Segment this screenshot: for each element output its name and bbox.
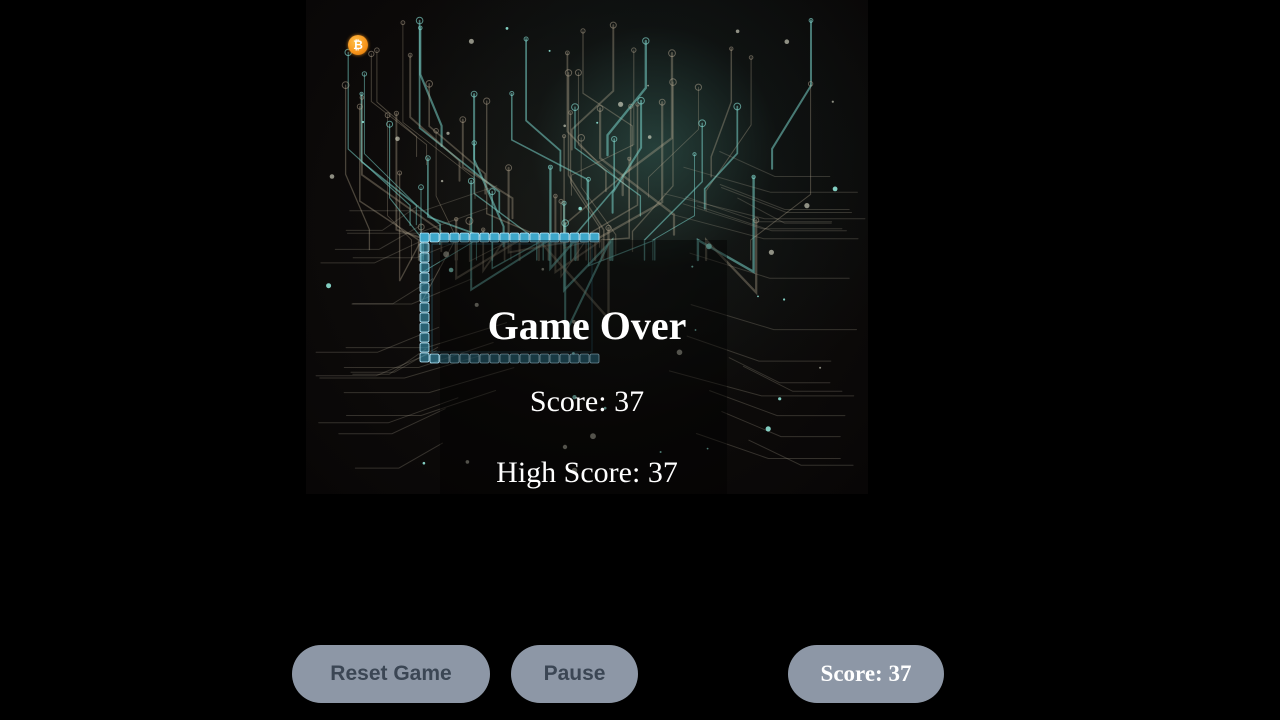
circuit-trace [334,223,424,250]
circuit-trace [683,166,858,193]
sparkle [329,174,335,179]
sparkle [563,124,566,128]
sparkle [765,426,771,432]
circuit-trace [344,84,371,251]
circuit-trace [363,73,417,226]
circuit-trace [525,38,562,172]
circuit-trace [354,442,443,469]
circuit-trace [750,83,812,261]
sparkle [804,203,810,209]
sparkle [768,249,774,255]
sparkle [422,461,426,465]
circuit-trace [577,72,630,209]
circuit-trace [347,51,411,226]
sparkle [326,283,332,289]
circuit-trace [719,184,850,210]
high-score: High Score: 37 [496,456,678,489]
circuit-trace [567,72,605,251]
sparkle [596,121,599,124]
sparkle [647,135,652,139]
circuit-trace [370,53,428,166]
bitcoin-food-icon: ₿ [348,35,368,55]
circuit-trace [631,81,674,253]
sparkle [395,136,400,142]
sparkle [735,29,740,34]
circuit-trace [485,100,549,261]
sparkle [618,101,624,107]
circuit-trace [582,30,633,147]
sparkle [468,38,474,44]
reset-game-button[interactable]: Reset Game [292,645,490,703]
sparkle [778,397,782,401]
circuit-trace [668,213,859,240]
sparkle [831,100,834,103]
sparkle [757,295,759,298]
circuit-trace [402,22,476,200]
game-over-title: Game Over [487,303,687,348]
circuit-trace [473,93,505,248]
sparkle [819,366,822,369]
score-badge: Score: 37 [788,645,944,703]
sparkle [832,186,838,192]
sparkle [440,179,444,183]
sparkle [361,120,365,124]
circuit-trace [771,19,813,170]
sparkle [446,131,450,135]
sparkle [784,39,790,44]
circuit-trace [748,439,854,466]
sparkle [578,206,582,211]
circuit-trace [409,54,461,182]
circuit-trace [742,365,843,392]
final-score: Score: 37 [529,385,645,418]
circuit-trace [428,82,487,195]
sparkle [647,84,649,87]
circuit-trace [682,203,843,230]
circuit-trace [315,326,440,353]
sparkle [548,49,551,52]
circuit-trace [345,204,419,231]
sparkle [783,298,786,301]
game-screen: ₿ Game Over Score: 37 High Score: 37 Res… [0,0,1280,720]
pause-button[interactable]: Pause [511,645,638,703]
sparkle [505,27,509,30]
